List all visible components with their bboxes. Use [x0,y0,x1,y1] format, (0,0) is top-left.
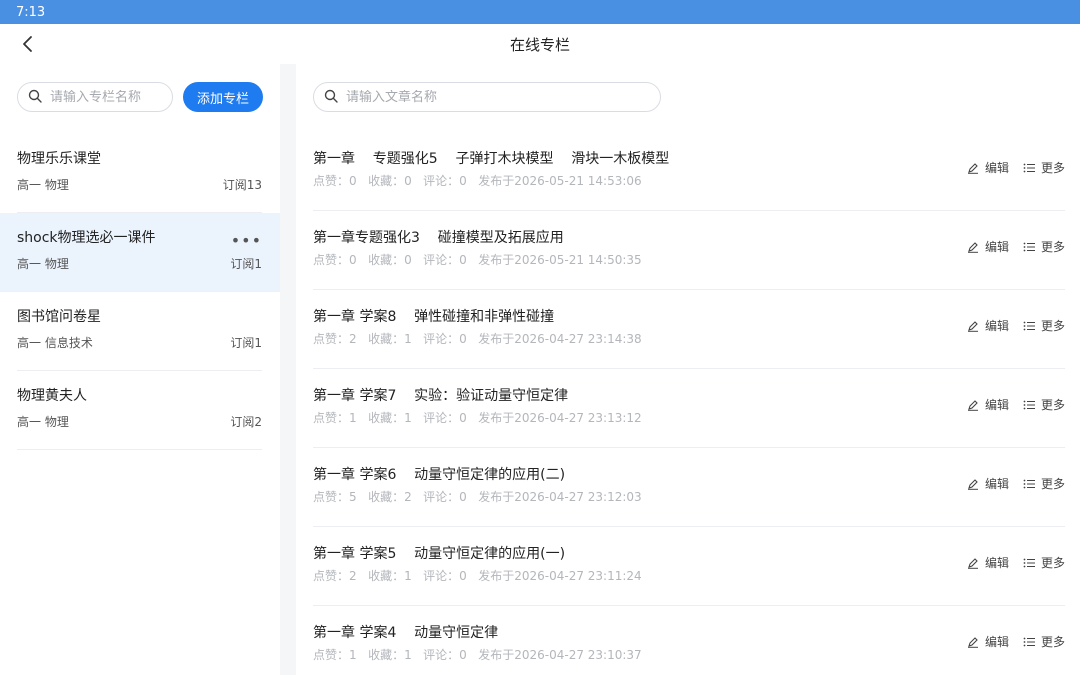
column-subject: 高一 信息技术 [17,336,93,350]
status-time: 7:13 [16,4,46,20]
column-list: 物理乐乐课堂 高一 物理 订阅13 shock物理选必一课件 ••• 高一 物理… [0,134,280,450]
column-subject: 高一 物理 [17,415,69,429]
article-meta: 点赞：2 收藏：1 评论：0 发布于2026-04-27 23:11:24 [313,569,642,583]
article-search[interactable] [313,82,661,112]
column-name: 物理黄夫人 [17,388,87,404]
more-label: 更多 [1040,556,1065,570]
more-button[interactable]: 更多 [1023,396,1065,413]
list-icon [1023,241,1035,253]
edit-label: 编辑 [984,240,1009,254]
add-column-button[interactable]: 添加专栏 [183,82,263,112]
status-bar: 7:13 [0,0,1080,376]
list-icon [1023,399,1035,411]
article-row[interactable]: 第一章专题强化3 碰撞模型及拓展应用 点赞：0 收藏：0 评论：0 发布于202… [313,211,1065,290]
more-button[interactable]: 更多 [1023,159,1065,176]
search-icon [324,88,338,107]
edit-icon [967,557,979,569]
article-search-input[interactable] [346,89,650,105]
article-meta: 点赞：0 收藏：0 评论：0 发布于2026-05-21 14:53:06 [313,174,642,188]
article-meta: 点赞：2 收藏：1 评论：0 发布于2026-04-27 23:14:38 [313,332,642,346]
page-title: 在线专栏 [509,35,570,54]
list-icon [1023,320,1035,332]
panel-separator [280,64,296,675]
edit-button[interactable]: 编辑 [967,159,1009,176]
article-title: 第一章 学案6 动量守恒定律的应用(二) [313,467,566,483]
more-button[interactable]: 更多 [1023,475,1065,492]
article-title: 第一章 学案5 动量守恒定律的应用(一) [313,546,566,562]
column-subject: 高一 物理 [17,257,69,271]
article-row[interactable]: 第一章 学案7 实验：验证动量守恒定律 点赞：1 收藏：1 评论：0 发布于20… [313,369,1065,448]
article-row[interactable]: 第一章 学案4 动量守恒定律 点赞：1 收藏：1 评论：0 发布于2026-04… [313,606,1065,675]
edit-button[interactable]: 编辑 [967,633,1009,650]
article-panel: 第一章 专题强化5 子弹打木块模型 滑块一木板模型 点赞：0 收藏：0 评论：0… [296,64,1080,675]
header: 在线专栏 [0,24,1080,64]
article-meta: 点赞：5 收藏：2 评论：0 发布于2026-04-27 23:12:03 [313,490,642,504]
article-meta: 点赞：0 收藏：0 评论：0 发布于2026-05-21 14:50:35 [313,253,642,267]
back-icon[interactable] [18,34,38,54]
edit-icon [967,320,979,332]
list-item-active[interactable]: shock物理选必一课件 ••• 高一 物理 订阅1 [0,213,280,292]
edit-button[interactable]: 编辑 [967,475,1009,492]
column-subject: 高一 物理 [17,178,69,192]
edit-button[interactable]: 编辑 [967,396,1009,413]
column-name: 图书馆问卷星 [17,309,101,325]
edit-icon [967,241,979,253]
column-subscriptions: 订阅1 [230,336,262,350]
list-item[interactable]: 图书馆问卷星 高一 信息技术 订阅1 [0,292,280,371]
column-panel: 添加专栏 物理乐乐课堂 高一 物理 订阅13 shock物理选必一课件 ••• … [0,64,280,675]
more-button[interactable]: 更多 [1023,238,1065,255]
edit-label: 编辑 [984,161,1009,175]
divider [17,449,262,450]
edit-icon [967,162,979,174]
article-title: 第一章 学案7 实验：验证动量守恒定律 [313,388,569,404]
article-title: 第一章 学案4 动量守恒定律 [313,625,499,641]
more-label: 更多 [1040,398,1065,412]
more-options-icon[interactable]: ••• [231,231,262,250]
article-title: 第一章 学案8 弹性碰撞和非弹性碰撞 [313,309,555,325]
more-label: 更多 [1040,319,1065,333]
article-title: 第一章 专题强化5 子弹打木块模型 滑块一木板模型 [313,151,670,167]
list-icon [1023,636,1035,648]
article-row[interactable]: 第一章 学案8 弹性碰撞和非弹性碰撞 点赞：2 收藏：1 评论：0 发布于202… [313,290,1065,369]
more-label: 更多 [1040,161,1065,175]
edit-label: 编辑 [984,556,1009,570]
list-icon [1023,557,1035,569]
article-list: 第一章 专题强化5 子弹打木块模型 滑块一木板模型 点赞：0 收藏：0 评论：0… [313,132,1065,675]
column-subscriptions: 订阅2 [230,415,262,429]
article-row[interactable]: 第一章 学案6 动量守恒定律的应用(二) 点赞：5 收藏：2 评论：0 发布于2… [313,448,1065,527]
column-name: 物理乐乐课堂 [17,151,101,167]
edit-icon [967,399,979,411]
article-row[interactable]: 第一章 专题强化5 子弹打木块模型 滑块一木板模型 点赞：0 收藏：0 评论：0… [313,132,1065,211]
list-item[interactable]: 物理黄夫人 高一 物理 订阅2 [0,371,280,450]
edit-button[interactable]: 编辑 [967,238,1009,255]
article-meta: 点赞：1 收藏：1 评论：0 发布于2026-04-27 23:10:37 [313,648,642,662]
column-search[interactable] [17,82,173,112]
edit-button[interactable]: 编辑 [967,554,1009,571]
column-search-input[interactable] [50,89,162,105]
edit-label: 编辑 [984,319,1009,333]
column-subscriptions: 订阅1 [230,257,262,271]
edit-label: 编辑 [984,635,1009,649]
edit-button[interactable]: 编辑 [967,317,1009,334]
list-item[interactable]: 物理乐乐课堂 高一 物理 订阅13 [0,134,280,213]
more-button[interactable]: 更多 [1023,317,1065,334]
list-icon [1023,478,1035,490]
more-label: 更多 [1040,477,1065,491]
search-icon [28,88,42,107]
more-label: 更多 [1040,635,1065,649]
column-name: shock物理选必一课件 [17,230,156,246]
more-button[interactable]: 更多 [1023,554,1065,571]
list-icon [1023,162,1035,174]
column-subscriptions: 订阅13 [222,178,262,192]
more-label: 更多 [1040,240,1065,254]
edit-label: 编辑 [984,398,1009,412]
more-button[interactable]: 更多 [1023,633,1065,650]
edit-icon [967,478,979,490]
article-title: 第一章专题强化3 碰撞模型及拓展应用 [313,230,564,246]
article-meta: 点赞：1 收藏：1 评论：0 发布于2026-04-27 23:13:12 [313,411,642,425]
edit-icon [967,636,979,648]
edit-label: 编辑 [984,477,1009,491]
article-row[interactable]: 第一章 学案5 动量守恒定律的应用(一) 点赞：2 收藏：1 评论：0 发布于2… [313,527,1065,606]
